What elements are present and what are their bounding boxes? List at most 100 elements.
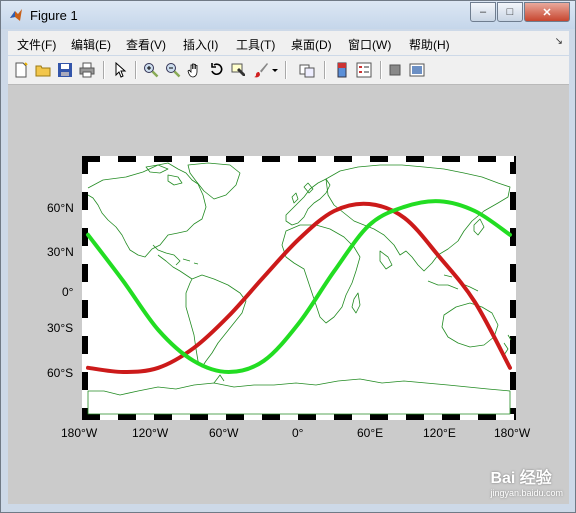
legend-icon [356, 62, 372, 78]
lon-label-60e: 60°E [357, 426, 384, 440]
window-title: Figure 1 [30, 8, 78, 23]
lon-label-180w-right: 180°W [494, 426, 531, 440]
colorbar-icon [337, 62, 347, 78]
hide-plot-tools-icon [389, 64, 401, 76]
lat-label-30n: 30°N [47, 245, 74, 259]
frame-tick [510, 318, 516, 336]
close-button[interactable]: ✕ [524, 2, 570, 22]
pointer-icon [115, 62, 127, 78]
new-figure-icon [15, 62, 28, 78]
frame-tick [280, 156, 298, 162]
lon-label-120w: 120°W [132, 426, 169, 440]
frame-tick [136, 414, 154, 420]
frame-tick [280, 414, 298, 420]
matlab-logo-icon [10, 9, 22, 21]
menu-file[interactable]: 文件(F) [17, 36, 56, 53]
toolbar-separator [285, 61, 287, 79]
frame-tick [244, 156, 262, 162]
zoom-in-button[interactable] [141, 60, 161, 80]
rotate-3d-icon [211, 63, 223, 75]
brush-dropdown-button[interactable] [270, 60, 280, 80]
map-axes[interactable] [8, 85, 569, 504]
lon-label-120e: 120°E [423, 426, 456, 440]
rotate-3d-button[interactable] [207, 60, 227, 80]
dock-arrow-icon[interactable]: ↘ [555, 36, 563, 47]
watermark: Bai 经验 jingyan.baidu.com [490, 464, 563, 498]
toolbar-separator [324, 61, 326, 79]
menu-insert[interactable]: 插入(I) [183, 36, 218, 53]
frame-tick [352, 414, 370, 420]
print-icon [79, 62, 95, 78]
new-figure-button[interactable] [11, 60, 31, 80]
frame-tick [496, 156, 514, 162]
lon-label-60w: 60°W [209, 426, 239, 440]
zoom-in-icon [144, 63, 159, 78]
frame-tick [496, 414, 514, 420]
lat-label-0: 0° [62, 285, 74, 299]
frame-tick [208, 156, 226, 162]
frame-tick [388, 156, 406, 162]
frame-tick [82, 174, 88, 192]
menu-desktop[interactable]: 桌面(D) [291, 36, 332, 53]
figure-window: Figure 1 – □ ✕ 文件(F) 编辑(E) 查看(V) 插入(I) 工… [0, 0, 576, 513]
brush-button[interactable] [251, 60, 271, 80]
frame-tick [316, 414, 334, 420]
pointer-button[interactable] [110, 60, 130, 80]
frame-tick [388, 414, 406, 420]
frame-tick [460, 414, 478, 420]
chevron-down-icon [272, 69, 278, 72]
open-file-icon [35, 65, 51, 77]
zoom-out-button[interactable] [163, 60, 183, 80]
colorbar-button[interactable] [332, 60, 352, 80]
frame-tick [424, 156, 442, 162]
frame-tick [510, 210, 516, 228]
figure-toolbar [8, 56, 569, 85]
toolbar-separator [135, 61, 137, 79]
link-plot-icon [299, 64, 315, 78]
frame-tick [510, 282, 516, 300]
minimize-button[interactable]: – [470, 2, 496, 22]
frame-tick [82, 210, 88, 228]
figure-canvas: 60°N 30°N 0° 30°S 60°S 180°W 120°W 60°W … [8, 85, 569, 504]
frame-tick [316, 156, 334, 162]
pan-button[interactable] [185, 60, 205, 80]
print-button[interactable] [77, 60, 97, 80]
watermark-brand: Bai 经验 [490, 470, 552, 487]
frame-tick [208, 414, 226, 420]
frame-tick [460, 156, 478, 162]
frame-tick [510, 246, 516, 264]
lon-label-180w-left: 180°W [61, 426, 98, 440]
legend-button[interactable] [354, 60, 374, 80]
menu-help[interactable]: 帮助(H) [409, 36, 450, 53]
menu-view[interactable]: 查看(V) [126, 36, 166, 53]
lat-label-60s: 60°S [47, 366, 74, 380]
frame-tick [510, 390, 516, 408]
maximize-button[interactable]: □ [497, 2, 523, 22]
menu-edit[interactable]: 编辑(E) [71, 36, 111, 53]
frame-tick [244, 414, 262, 420]
frame-tick [82, 318, 88, 336]
pan-hand-icon [187, 63, 198, 78]
frame-tick [82, 390, 88, 408]
show-plot-tools-button[interactable] [407, 60, 427, 80]
frame-tick [100, 414, 118, 420]
map-frame [82, 156, 516, 420]
lat-label-30s: 30°S [47, 321, 74, 335]
frame-tick [136, 156, 154, 162]
menu-bar: 文件(F) 编辑(E) 查看(V) 插入(I) 工具(T) 桌面(D) 窗口(W… [8, 31, 569, 55]
show-plot-tools-icon [409, 63, 425, 77]
save-button[interactable] [55, 60, 75, 80]
watermark-url: jingyan.baidu.com [490, 488, 563, 498]
frame-tick [82, 282, 88, 300]
open-file-button[interactable] [33, 60, 53, 80]
menu-tools[interactable]: 工具(T) [236, 36, 275, 53]
brush-icon [254, 63, 268, 78]
frame-tick [510, 174, 516, 192]
frame-tick [100, 156, 118, 162]
lat-label-60n: 60°N [47, 201, 74, 215]
frame-tick [172, 414, 190, 420]
data-cursor-button[interactable] [229, 60, 249, 80]
hide-plot-tools-button[interactable] [385, 60, 405, 80]
link-plot-button[interactable] [297, 60, 317, 80]
menu-window[interactable]: 窗口(W) [348, 36, 391, 53]
